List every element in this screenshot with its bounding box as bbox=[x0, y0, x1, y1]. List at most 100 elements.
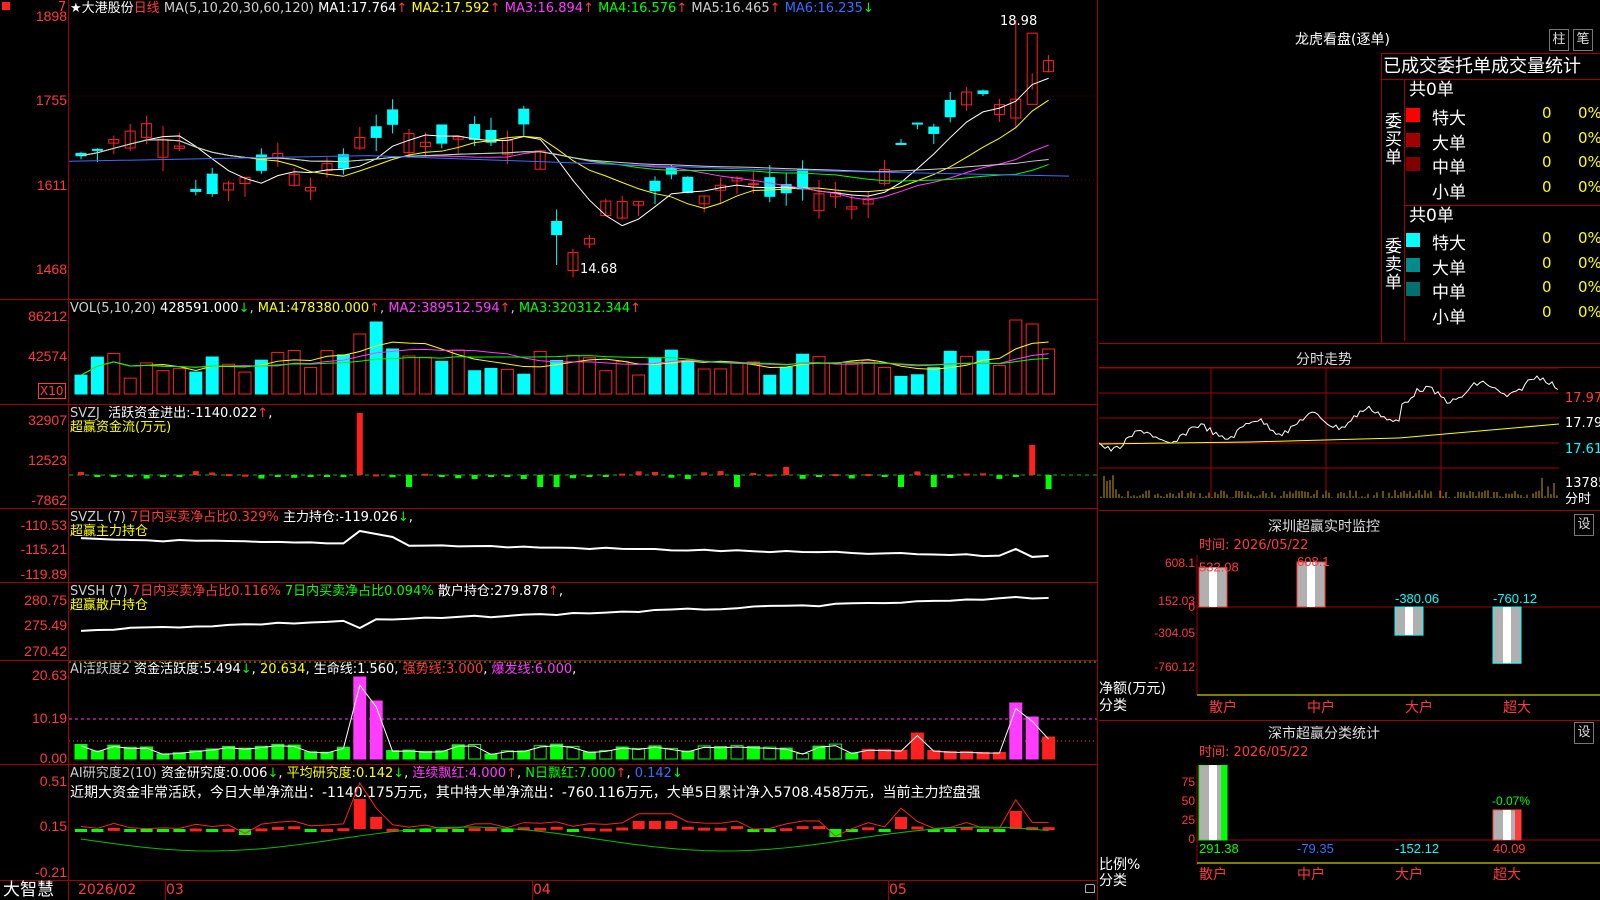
svzl-chart[interactable] bbox=[69, 509, 1097, 582]
dragon-row: 大单 0 0% bbox=[1406, 128, 1600, 154]
candle-body bbox=[436, 124, 448, 144]
svzj-bar bbox=[488, 475, 494, 477]
svzj-bar bbox=[684, 475, 691, 479]
time-tick-apr bbox=[532, 880, 533, 900]
ai-active-bar bbox=[353, 676, 367, 760]
volume-bar bbox=[402, 355, 416, 395]
dragon-swatch bbox=[1406, 108, 1420, 122]
dragon-row: 大单 0 0% bbox=[1406, 254, 1600, 279]
dragon-row-name: 大单 bbox=[1432, 258, 1466, 279]
ai-research-bar bbox=[583, 828, 596, 832]
sz-monitor-top-line bbox=[1099, 510, 1600, 511]
volume-chart[interactable] bbox=[69, 300, 1097, 404]
lock-icon[interactable] bbox=[1085, 884, 1095, 893]
vol-ma1-line bbox=[80, 341, 1049, 376]
dragon-row-pct: 0% bbox=[1578, 278, 1600, 296]
svsh-chart[interactable] bbox=[69, 583, 1097, 660]
ai-research-bar bbox=[419, 829, 432, 832]
ai-active-ytick-1: 20.63 bbox=[31, 667, 67, 683]
svzj-bar bbox=[783, 467, 790, 475]
dragon-row: 中单 0 0% bbox=[1406, 153, 1600, 178]
sz-classify-value-label: 40.09 bbox=[1493, 841, 1526, 856]
right-panel: 龙虎看盘(逐单) 柱 笔 已成交委托单成交量统计 共0单 委买单 特大 0 0% 大单… bbox=[1099, 0, 1600, 900]
bar-mode-button[interactable]: 柱 bbox=[1549, 29, 1569, 51]
dragon-row-count: 0 bbox=[1542, 104, 1552, 122]
svzj-bar bbox=[94, 475, 101, 477]
candlestick-chart[interactable] bbox=[69, 0, 1097, 299]
sz-classify-chart[interactable]: 75 50 25 0 291.38 散户 -79.35 中户 -152.12 大户 40.09 超大 -… bbox=[1099, 765, 1600, 900]
ai-active-bar bbox=[451, 744, 465, 760]
svzj-chart[interactable] bbox=[69, 405, 1097, 508]
ai-active-chart[interactable] bbox=[69, 661, 1097, 764]
svzj-bar bbox=[980, 473, 986, 476]
volume-bar bbox=[746, 361, 760, 395]
volume-bar bbox=[189, 371, 203, 395]
sz-classify-category: 大户 bbox=[1395, 866, 1423, 882]
volume-bar bbox=[1042, 348, 1056, 395]
sz-monitor-chart[interactable]: 608.1152.030-304.05-760.12532.08散户608.1中… bbox=[1099, 555, 1600, 720]
chart-area[interactable]: ★大港股份日线 MA(5,10,20,30,60,120) MA1:17.764… bbox=[0, 0, 1098, 900]
svsh-line bbox=[80, 595, 1049, 632]
svzj-ytick-2: 12523 bbox=[28, 452, 67, 468]
svzj-bar bbox=[734, 475, 740, 487]
svzj-bar bbox=[242, 474, 248, 477]
volume-bar bbox=[861, 360, 875, 395]
sz-classify-settings-button[interactable]: 设 bbox=[1574, 722, 1594, 744]
sz-classify-extra-label: -0.07% bbox=[1492, 794, 1530, 808]
intraday-top-line bbox=[1099, 343, 1600, 344]
svzj-bar bbox=[947, 475, 954, 478]
dragon-row-name: 特大 bbox=[1432, 109, 1466, 129]
chart-right-border bbox=[1097, 0, 1098, 900]
dragon-swatch bbox=[1406, 182, 1420, 196]
dragon-row-pct: 0% bbox=[1578, 104, 1600, 122]
intraday-ytick-1: 17.97 bbox=[1565, 391, 1600, 406]
sz-classify-ytick: 0 bbox=[1188, 832, 1195, 846]
sz-monitor-category: 超大 bbox=[1503, 699, 1531, 715]
svzj-bar bbox=[389, 475, 396, 478]
sz-monitor-ytick: -760.12 bbox=[1154, 660, 1195, 674]
sz-classify-time: 时间: 2026/05/22 bbox=[1199, 745, 1309, 760]
volume-bar bbox=[910, 374, 924, 395]
dragon-row: 小单 0 0% bbox=[1406, 303, 1600, 328]
svzj-bar bbox=[78, 471, 84, 475]
dragon-header-line bbox=[1381, 53, 1600, 54]
dragon-row-count: 0 bbox=[1542, 128, 1552, 147]
ai-research-bar bbox=[780, 828, 793, 832]
ai-research-bar bbox=[107, 827, 120, 831]
dragon-row-count: 0 bbox=[1542, 278, 1552, 296]
svzj-bar bbox=[832, 474, 839, 477]
svzj-ytick-3: -7862 bbox=[31, 492, 67, 508]
volume-bar bbox=[484, 367, 498, 395]
dragon-row-pct: 0% bbox=[1578, 229, 1600, 247]
svzj-bar bbox=[373, 474, 380, 477]
volume-bar bbox=[730, 361, 744, 395]
intraday-chart[interactable] bbox=[1099, 368, 1600, 508]
dragon-row-name: 中单 bbox=[1432, 283, 1466, 303]
tick-mode-button[interactable]: 笔 bbox=[1573, 29, 1593, 51]
ai-active-bar bbox=[336, 746, 350, 760]
main-ytick-3: 1611 bbox=[36, 177, 67, 193]
dragon-row: 小单 0 0% bbox=[1406, 178, 1600, 203]
ai-active-bar bbox=[123, 746, 137, 760]
ai-active-bar bbox=[632, 747, 646, 760]
sz-classify-ylabel: 比例% bbox=[1099, 857, 1141, 873]
ai-research-bar bbox=[452, 829, 465, 832]
volume-bar bbox=[369, 321, 383, 395]
time-label-feb: 2026/02 bbox=[78, 882, 137, 898]
ai-research-chart[interactable] bbox=[69, 765, 1097, 880]
ai-active-bar bbox=[238, 747, 252, 760]
volume-bar bbox=[960, 355, 974, 395]
sz-monitor-settings-button[interactable]: 设 bbox=[1574, 514, 1594, 536]
sz-monitor-value-label: -760.12 bbox=[1493, 591, 1537, 606]
svsh-ytick-3: 270.42 bbox=[24, 643, 67, 659]
candle-body bbox=[387, 109, 399, 125]
svzj-bar bbox=[356, 413, 363, 475]
low-price-mark: 14.68 bbox=[580, 262, 618, 277]
ai-research-bar bbox=[714, 827, 727, 831]
dragon-left-border bbox=[1381, 53, 1382, 343]
svzj-bar bbox=[799, 475, 806, 479]
ai-research-bar bbox=[616, 827, 629, 831]
ai-research-bar bbox=[796, 826, 809, 830]
sz-monitor-time: 时间: 2026/05/22 bbox=[1199, 538, 1309, 553]
svzj-bar bbox=[898, 475, 904, 487]
